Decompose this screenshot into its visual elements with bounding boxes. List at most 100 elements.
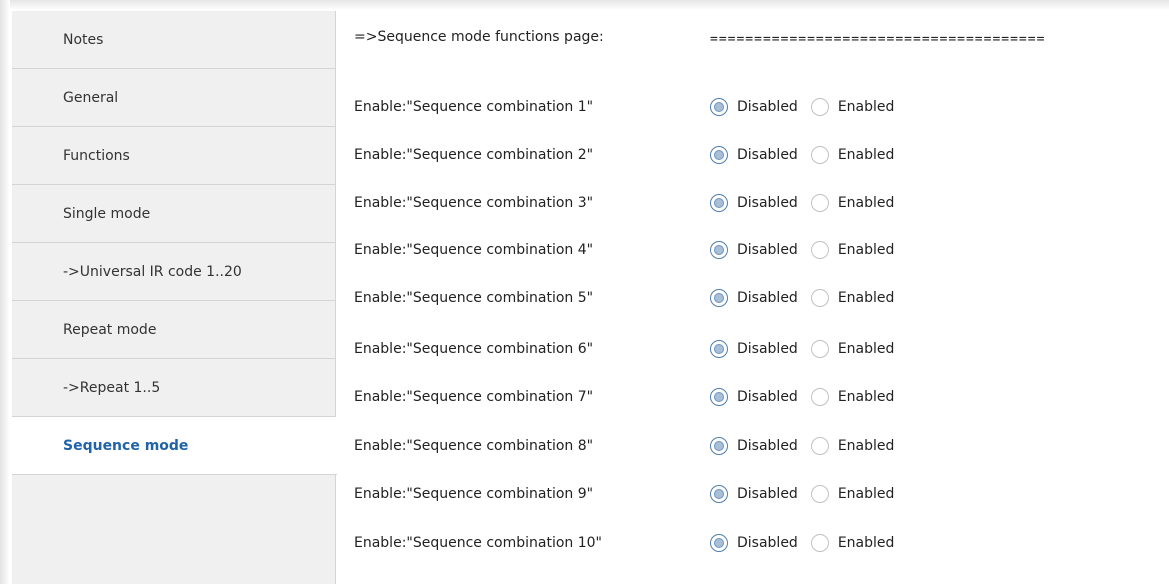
sidebar: Notes General Functions Single mode ->Un…	[12, 11, 337, 584]
radio-button-icon[interactable]	[710, 194, 728, 212]
radio-button-icon[interactable]	[710, 289, 728, 307]
sidebar-item-universal-ir-code[interactable]: ->Universal IR code 1..20	[12, 243, 335, 301]
parameter-row: Enable:"Sequence combination 4" Disabled E…	[354, 235, 907, 265]
radio-button-icon[interactable]	[810, 340, 829, 358]
left-shadow	[0, 0, 10, 584]
parameter-row: Enable:"Sequence combination 2" Disabled E…	[354, 140, 907, 170]
top-shadow	[0, 0, 1169, 10]
sidebar-item-label: Functions	[63, 147, 130, 164]
enabled-radio[interactable]: Enabled	[810, 241, 894, 259]
sidebar-item-label: Repeat mode	[63, 321, 157, 338]
enabled-option-label: Enabled	[837, 486, 895, 502]
disabled-radio[interactable]: Disabled	[710, 437, 798, 455]
section-separator: ======================================	[710, 32, 1046, 47]
radio-button-icon[interactable]	[810, 534, 829, 552]
enabled-option-label: Enabled	[837, 290, 895, 306]
enabled-radio[interactable]: Enabled	[810, 485, 895, 503]
disabled-option-label: Disabled	[737, 290, 798, 306]
enabled-radio[interactable]: Enabled	[810, 194, 895, 212]
radio-button-icon[interactable]	[810, 388, 829, 406]
radio-button-icon[interactable]	[710, 388, 728, 406]
disabled-option-label: Disabled	[737, 389, 798, 405]
radio-button-icon[interactable]	[710, 98, 728, 116]
radio-button-icon[interactable]	[810, 485, 829, 503]
radio-button-icon[interactable]	[810, 146, 829, 164]
radio-button-icon[interactable]	[710, 485, 728, 503]
disabled-option-label: Disabled	[737, 341, 798, 357]
disabled-option-label: Disabled	[737, 99, 798, 115]
radio-button-icon[interactable]	[710, 534, 728, 552]
radio-button-icon[interactable]	[810, 194, 829, 212]
enabled-radio[interactable]: Enabled	[810, 340, 895, 358]
enable-radio-group: Disabled Enabled	[710, 534, 907, 552]
radio-button-icon[interactable]	[810, 437, 829, 455]
parameter-row: Enable:"Sequence combination 5" Disabled E…	[354, 283, 907, 313]
sidebar-item-sequence-mode[interactable]: Sequence mode	[12, 417, 337, 475]
parameter-label: Enable:"Sequence combination 2"	[354, 147, 594, 163]
disabled-radio[interactable]: Disabled	[710, 388, 798, 406]
disabled-radio[interactable]: Disabled	[710, 241, 798, 259]
disabled-radio[interactable]: Disabled	[710, 485, 798, 503]
parameter-label: Enable:"Sequence combination 3"	[354, 195, 594, 211]
enable-radio-group: Disabled Enabled	[710, 194, 907, 212]
radio-button-icon[interactable]	[710, 340, 728, 358]
parameter-label: Enable:"Sequence combination 7"	[354, 389, 594, 405]
sidebar-item-functions[interactable]: Functions	[12, 127, 335, 185]
sidebar-item-label: Single mode	[63, 205, 151, 222]
sidebar-item-repeat-1-5[interactable]: ->Repeat 1..5	[12, 359, 335, 417]
disabled-option-label: Disabled	[737, 147, 798, 163]
enabled-radio[interactable]: Enabled	[810, 437, 894, 455]
enabled-option-label: Enabled	[837, 341, 895, 357]
radio-button-icon[interactable]	[710, 437, 728, 455]
radio-button-icon[interactable]	[810, 241, 829, 259]
parameter-row: Enable:"Sequence combination 6" Disabled E…	[354, 334, 907, 364]
radio-button-icon[interactable]	[710, 146, 728, 164]
enabled-radio[interactable]: Enabled	[810, 146, 895, 164]
enable-radio-group: Disabled Enabled	[710, 146, 907, 164]
enable-radio-group: Disabled Enabled	[710, 485, 907, 503]
disabled-option-label: Disabled	[737, 242, 798, 258]
radio-button-icon[interactable]	[810, 289, 829, 307]
enabled-option-label: Enabled	[837, 99, 895, 115]
disabled-radio[interactable]: Disabled	[710, 194, 798, 212]
parameter-label: Enable:"Sequence combination 10"	[354, 535, 603, 551]
sidebar-item-label: Sequence mode	[63, 437, 189, 454]
parameter-label: Enable:"Sequence combination 4"	[354, 242, 594, 258]
section-heading-label: =>Sequence mode functions page:	[354, 29, 604, 45]
sidebar-item-single-mode[interactable]: Single mode	[12, 185, 335, 243]
radio-button-icon[interactable]	[710, 241, 728, 259]
enable-radio-group: Disabled Enabled	[710, 289, 907, 307]
parameter-label: Enable:"Sequence combination 5"	[354, 290, 594, 306]
disabled-radio[interactable]: Disabled	[710, 289, 798, 307]
sidebar-item-label: ->Universal IR code 1..20	[63, 263, 242, 280]
parameter-label: Enable:"Sequence combination 1"	[354, 99, 594, 115]
parameter-row: Enable:"Sequence combination 3" Disabled E…	[354, 188, 907, 218]
enabled-radio[interactable]: Enabled	[810, 98, 895, 116]
main-panel: =>Sequence mode functions page: ========…	[336, 11, 1169, 584]
enabled-option-label: Enabled	[837, 195, 895, 211]
enabled-option-label: Enabled	[837, 147, 895, 163]
enabled-radio[interactable]: Enabled	[810, 534, 894, 552]
parameter-row: Enable:"Sequence combination 7" Disabled E…	[354, 382, 907, 412]
parameter-row: Enable:"Sequence combination 10" Disabled…	[354, 528, 907, 558]
sidebar-item-repeat-mode[interactable]: Repeat mode	[12, 301, 335, 359]
enable-radio-group: Disabled Enabled	[710, 241, 907, 259]
sidebar-item-label: General	[63, 89, 119, 106]
parameter-label: Enable:"Sequence combination 8"	[354, 438, 594, 454]
enable-radio-group: Disabled Enabled	[710, 340, 907, 358]
disabled-radio[interactable]: Disabled	[710, 98, 798, 116]
disabled-radio[interactable]: Disabled	[710, 534, 798, 552]
parameter-row: Enable:"Sequence combination 8" Disabled E…	[354, 431, 907, 461]
sidebar-item-general[interactable]: General	[12, 69, 335, 127]
disabled-radio[interactable]: Disabled	[710, 340, 798, 358]
sidebar-item-notes[interactable]: Notes	[12, 11, 335, 69]
enabled-radio[interactable]: Enabled	[810, 388, 895, 406]
parameter-label: Enable:"Sequence combination 6"	[354, 341, 594, 357]
enable-radio-group: Disabled Enabled	[710, 98, 907, 116]
sidebar-item-label: ->Repeat 1..5	[63, 379, 161, 396]
enabled-radio[interactable]: Enabled	[810, 289, 895, 307]
radio-button-icon[interactable]	[810, 98, 829, 116]
enabled-option-label: Enabled	[837, 389, 895, 405]
disabled-radio[interactable]: Disabled	[710, 146, 798, 164]
parameter-row: Enable:"Sequence combination 9" Disabled E…	[354, 479, 907, 509]
